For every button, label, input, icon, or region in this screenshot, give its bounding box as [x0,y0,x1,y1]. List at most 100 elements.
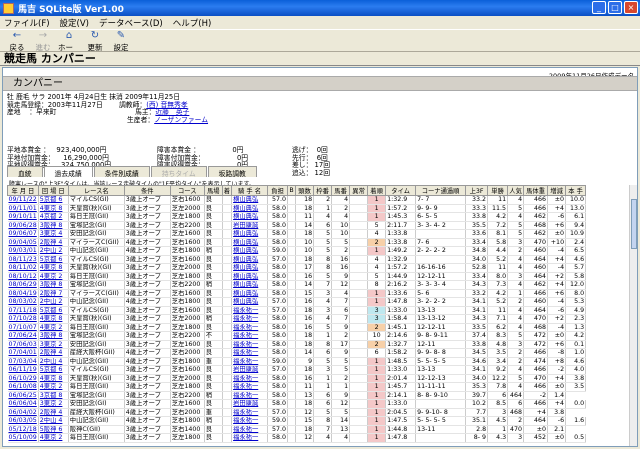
table-cell[interactable]: 3東京 2 [38,399,69,409]
table-cell[interactable]: 3東京 2 [38,340,69,349]
forward-button[interactable]: → 進む [32,30,54,52]
table-cell[interactable]: 福永祐一 [231,433,269,443]
table-row[interactable]: 08/10/12 4東京 2 毎日王冠(GII) 3歳上オープ 芝左1800 良横山典弘 5… [7,272,587,281]
column-header[interactable]: 条件 [123,185,171,196]
table-cell[interactable]: 07/03/04 [7,357,39,366]
column-header[interactable]: 馬番 [331,185,351,196]
table-cell[interactable]: 岩田康誠 [231,365,269,375]
column-header[interactable]: 上3F [465,185,489,196]
table-cell[interactable]: 06/11/19 [7,365,39,375]
menu-settings[interactable]: 設定(V) [60,17,89,29]
table-cell[interactable]: 2阪神 4 [38,238,69,247]
close-button[interactable]: × [624,1,638,14]
table-cell[interactable]: 3阪神 8 [38,331,69,341]
table-cell[interactable]: 2中山 4 [38,357,69,366]
table-cell[interactable]: 07/11/18 [7,306,39,315]
column-header[interactable]: 人気 [507,185,525,196]
table-cell[interactable]: 岩田康誠 [231,399,269,409]
table-cell[interactable]: 5京都 6 [38,195,69,205]
table-cell[interactable]: 09/11/01 [7,204,39,213]
table-row[interactable]: 09/03/01 2中山 2 中山記念(GII) 4歳上オープ 芝右1800 稍横山典弘 5… [7,246,587,256]
table-cell[interactable]: 09/03/01 [7,246,39,256]
table-cell[interactable]: 福永祐一 [231,416,269,426]
refresh-button[interactable]: ↻ 更新 [84,30,106,52]
table-cell[interactable]: 横山典弘 [231,238,269,247]
column-header[interactable]: 単勝 [487,185,509,196]
table-cell[interactable]: 09/11/22 [7,195,39,205]
table-cell[interactable]: 福永祐一 [231,357,269,366]
breeder-link[interactable]: ノーザンファーム [154,116,208,124]
vertical-scrollbar[interactable] [629,185,637,446]
column-header[interactable]: 着 [221,185,233,196]
table-cell[interactable]: 5阪神 6 [38,425,69,434]
column-header[interactable]: コーナ通過順 [415,185,467,196]
table-cell[interactable]: 07/04/01 [7,348,39,358]
tab-pedigree[interactable]: 血統 [7,166,43,178]
table-row[interactable]: 05/10/09 4東京 2 毎日王冠(GII) 3歳上オープ 芝左1800 良福永祐一 5… [7,433,587,443]
table-row[interactable]: 06/04/02 2阪神 4 産経大阪杯(GII) 4歳上オープ 芝右2000 重福永祐一… [7,408,586,417]
table-cell[interactable]: 4東京 2 [38,433,69,443]
table-row[interactable]: 08/03/02 2中山 2 中山記念(GII) 4歳上オープ 芝右1800 良横山典弘 5… [7,297,587,307]
table-cell[interactable]: 5京都 6 [38,365,69,375]
table-row[interactable]: 08/06/29 3阪神 8 宝塚記念(GI) 3歳上オープ 芝右2200 稍横山典弘 58… [7,280,587,290]
table-cell[interactable]: 2阪神 4 [38,408,69,417]
table-row[interactable]: 07/10/07 4東京 2 毎日王冠(GII) 3歳上オープ 芝左1800 良福永祐一 5… [7,323,587,332]
table-cell[interactable]: 06/03/05 [7,416,39,426]
tab-best-times[interactable]: 持ちタイム [150,166,207,178]
table-row[interactable]: 07/04/01 2阪神 4 産経大阪杯(GII) 4歳上オープ 芝右2000 良福永祐一… [7,348,587,358]
table-cell[interactable]: 横山典弘 [231,229,269,239]
table-cell[interactable]: 4東京 2 [38,382,69,392]
table-row[interactable]: 06/06/25 3京都 8 宝塚記念(GI) 3歳上オープ 芝右2200 稍福永祐一 58… [7,391,586,400]
table-row[interactable]: 07/03/04 2中山 4 中山記念(GII) 4歳上オープ 芝右1800 重福永祐一 5… [7,357,587,366]
table-cell[interactable]: 4東京 8 [38,204,69,213]
table-row[interactable]: 05/12/18 5阪神 6 阪神C(GII) 3歳上オープ 芝右1400 良福永祐一 57… [7,425,586,434]
table-row[interactable]: 08/04/19 2阪神 7 マイラーズC(GII) 4歳上オープ 芝右1600 良横山典… [7,289,587,298]
table-cell[interactable]: 06/06/25 [7,391,39,400]
table-cell[interactable]: 横山典弘 [231,204,269,213]
table-cell[interactable]: 横山典弘 [231,255,269,264]
table-row[interactable]: 09/11/22 5京都 6 マイルCS(GI) 3歳上オープ 芝右1600 良横山典弘 5… [7,195,587,205]
column-header[interactable]: 本 手 [565,185,587,196]
table-cell[interactable]: 06/04/02 [7,408,39,417]
table-cell[interactable]: 05/12/18 [7,425,39,434]
table-cell[interactable]: 08/03/02 [7,297,39,307]
column-header[interactable]: 枠番 [313,185,333,196]
table-cell[interactable]: 福永祐一 [231,331,269,341]
table-cell[interactable]: 福永祐一 [231,382,269,392]
table-cell[interactable]: 3阪神 8 [38,221,69,230]
table-row[interactable]: 06/10/29 4東京 8 天皇賞(秋)(GI) 3歳上オープ 芝左2000 良福永祐一… [7,374,587,383]
table-cell[interactable]: 5京都 6 [38,306,69,315]
settings-button[interactable]: ✎ 設定 [110,30,132,52]
table-cell[interactable]: 横山典弘 [231,263,269,273]
table-cell[interactable]: 横山典弘 [231,246,269,256]
table-cell[interactable]: 07/10/07 [7,323,39,332]
table-cell[interactable]: 07/06/03 [7,340,39,349]
table-cell[interactable]: 05/10/09 [7,433,39,443]
table-row[interactable]: 08/11/02 4東京 8 天皇賞(秋)(GI) 3歳上オープ 芝左2000 良横山典弘… [7,263,587,273]
results-grid[interactable]: 年 月 日回 場 日レース名 条件 コース 馬場着騎 手 名負担 B 頭数 枠番 馬番 異常 着順… [7,185,635,446]
table-cell[interactable]: 5京都 6 [38,255,69,264]
column-header[interactable]: 回 場 日 [37,185,69,196]
table-row[interactable]: 06/11/19 5京都 6 マイルCS(GI) 3歳上オープ 芝右1600 良岩田康誠 5… [7,365,587,375]
table-cell[interactable]: 09/06/28 [7,221,39,230]
table-cell[interactable]: 2阪神 4 [38,348,69,358]
table-cell[interactable]: 2中山 4 [38,416,69,426]
column-header[interactable]: 馬場 [203,185,223,196]
table-cell[interactable]: 09/04/05 [7,238,39,247]
table-row[interactable]: 09/06/07 3東京 4 安田記念(GI) 3歳上オープ 芝左1600 良横山典弘 58… [7,229,587,239]
table-row[interactable]: 06/03/05 2中山 4 中山記念(GII) 4歳上オープ 芝右1800 稍福永祐一 5… [7,416,587,426]
menu-help[interactable]: ヘルプ(H) [173,17,212,29]
column-header[interactable]: 負担 [267,185,289,196]
column-header[interactable]: 騎 手 名 [231,185,269,196]
table-cell[interactable]: 2阪神 7 [38,289,69,298]
table-cell[interactable]: 福永祐一 [231,408,269,417]
table-cell[interactable]: 横山典弘 [231,280,269,290]
home-button[interactable]: ⌂ホーム [58,30,80,63]
table-cell[interactable]: 横山典弘 [231,272,269,281]
table-cell[interactable]: 06/10/29 [7,374,39,383]
table-cell[interactable]: 4京都 2 [38,212,69,222]
table-row[interactable]: 06/06/04 3東京 2 安田記念(GI) 3歳上オープ 芝左1600 良岩田康誠 58… [7,399,587,409]
table-cell[interactable]: 4東京 2 [38,272,69,281]
table-cell[interactable]: 横山典弘 [231,212,269,222]
table-cell[interactable]: 福永祐一 [231,323,269,332]
